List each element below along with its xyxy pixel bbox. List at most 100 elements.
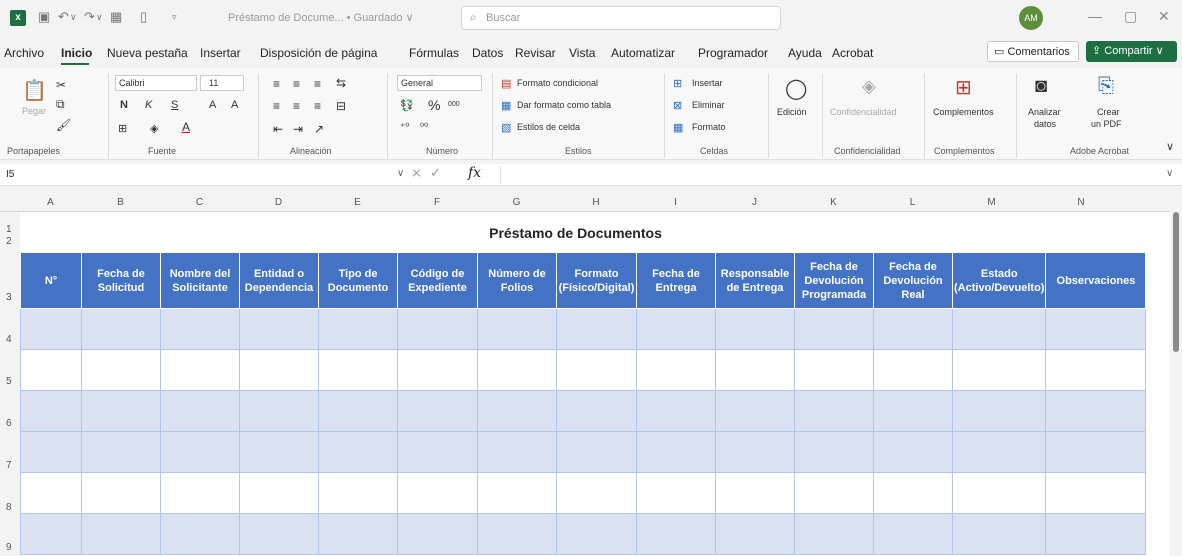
row-header[interactable]: 2 [0, 236, 14, 247]
delete-cells-button[interactable]: Eliminar [692, 100, 725, 110]
table-cell[interactable] [794, 513, 874, 555]
fill-color-icon[interactable]: ◈ [150, 122, 158, 135]
table-cell[interactable] [81, 390, 161, 432]
header-cell[interactable]: Tipo de Documento [318, 252, 398, 309]
table-cell[interactable] [794, 349, 874, 391]
table-cell[interactable] [715, 390, 795, 432]
header-cell[interactable]: Número de Folios [477, 252, 557, 309]
align-right-icon[interactable]: ≡ [314, 99, 321, 113]
addins-button[interactable]: Complementos [933, 107, 994, 117]
sensitivity-icon[interactable]: ◈ [862, 76, 876, 97]
increase-indent-icon[interactable]: ⇥ [293, 122, 303, 136]
document-title[interactable]: Préstamo de Docume... • Guardado ∨ [228, 11, 414, 24]
create-pdf-line2[interactable]: un PDF [1091, 119, 1122, 129]
header-cell[interactable]: Nombre del Solicitante [160, 252, 240, 309]
tab-inicio[interactable]: Inicio [61, 46, 92, 60]
italic-button[interactable]: K [145, 99, 152, 111]
sensitivity-button[interactable]: Confidencialidad [830, 107, 897, 117]
thousands-button[interactable]: 000 [448, 101, 460, 108]
table-cell[interactable] [81, 308, 161, 350]
table-cell[interactable] [951, 349, 1047, 391]
row-header[interactable]: 1 [0, 224, 14, 235]
table-cell[interactable] [81, 472, 161, 514]
table-cell[interactable] [397, 513, 478, 555]
collapse-ribbon-icon[interactable]: ∨ [1166, 140, 1174, 153]
table-cell[interactable] [239, 431, 319, 473]
table-cell[interactable] [873, 513, 953, 555]
share-button[interactable]: ⇪ Compartir ∨ [1086, 41, 1177, 62]
column-header[interactable]: J [715, 197, 794, 208]
table-cell[interactable] [477, 349, 557, 391]
enter-icon[interactable]: ✓ [430, 166, 441, 181]
row-header[interactable]: 4 [0, 334, 14, 345]
table-cell[interactable] [160, 349, 240, 391]
tab-programador[interactable]: Programador [698, 46, 768, 60]
table-cell[interactable] [556, 513, 637, 555]
tab-revisar[interactable]: Revisar [515, 46, 556, 60]
header-cell[interactable]: Fecha de Devolución Real [873, 252, 953, 309]
table-cell[interactable] [318, 308, 398, 350]
table-cell[interactable] [239, 308, 319, 350]
table-cell[interactable] [160, 513, 240, 555]
autosave-icon[interactable]: ▣ [38, 9, 50, 25]
redo-icon[interactable]: ↷ [84, 9, 95, 25]
column-header[interactable]: A [20, 197, 81, 208]
decrease-indent-icon[interactable]: ⇤ [273, 122, 283, 136]
undo-icon[interactable]: ↶ [58, 9, 69, 25]
table-cell[interactable] [160, 390, 240, 432]
table-cell[interactable] [397, 349, 478, 391]
close-icon[interactable]: ✕ [1158, 8, 1170, 25]
insert-cells-button[interactable]: Insertar [692, 78, 723, 88]
table-cell[interactable] [397, 472, 478, 514]
table-cell[interactable] [636, 513, 716, 555]
table-cell[interactable] [873, 472, 953, 514]
table-cell[interactable] [239, 390, 319, 432]
increase-decimal-icon[interactable]: ⁺⁰ [400, 122, 409, 133]
header-cell[interactable]: Fecha de Entrega [636, 252, 716, 309]
wrap-text-icon[interactable]: ⇆ [336, 76, 346, 90]
table-cell[interactable] [873, 390, 953, 432]
table-cell[interactable] [951, 390, 1047, 432]
cut-icon[interactable]: ✂ [56, 78, 66, 92]
tab-vista[interactable]: Vista [569, 46, 595, 60]
name-box[interactable]: I5 [6, 169, 14, 180]
table-cell[interactable] [318, 431, 398, 473]
table-cell[interactable] [81, 349, 161, 391]
table-cell[interactable] [1045, 472, 1147, 514]
header-cell[interactable]: Fecha de Solicitud [81, 252, 161, 309]
table-cell[interactable] [951, 472, 1047, 514]
tab-acrobat[interactable]: Acrobat [832, 46, 873, 60]
merge-center-icon[interactable]: ⊟ [336, 99, 346, 113]
table-cell[interactable] [81, 513, 161, 555]
analyze-data-line2[interactable]: datos [1034, 119, 1056, 129]
align-middle-icon[interactable]: ≡ [293, 77, 300, 91]
tab-formulas[interactable]: Fórmulas [409, 46, 459, 60]
table-cell[interactable] [318, 349, 398, 391]
table-cell[interactable] [1045, 390, 1147, 432]
tab-nueva-pestana[interactable]: Nueva pestaña [107, 46, 188, 60]
percent-button[interactable]: % [428, 97, 440, 113]
comments-button[interactable]: ▭ Comentarios [987, 41, 1079, 62]
row-header[interactable]: 9 [0, 542, 14, 553]
table-cell[interactable] [636, 349, 716, 391]
table-cell[interactable] [951, 431, 1047, 473]
table-quick-icon[interactable]: ▦ [110, 9, 122, 25]
table-cell[interactable] [556, 390, 637, 432]
minimize-icon[interactable]: — [1088, 8, 1102, 24]
name-box-dropdown-icon[interactable]: ∨ [397, 168, 404, 179]
redo-dropdown-icon[interactable]: ∨ [96, 12, 103, 23]
table-cell[interactable] [160, 472, 240, 514]
table-cell[interactable] [794, 308, 874, 350]
expand-formula-icon[interactable]: ∨ [1166, 168, 1173, 179]
align-top-icon[interactable]: ≡ [273, 77, 280, 91]
table-cell[interactable] [951, 513, 1047, 555]
table-cell[interactable] [636, 472, 716, 514]
create-pdf-icon[interactable]: ⎘ [1098, 75, 1114, 98]
format-cells-button[interactable]: Formato [692, 122, 726, 132]
align-bottom-icon[interactable]: ≡ [314, 77, 321, 91]
table-cell[interactable] [477, 390, 557, 432]
header-cell[interactable]: Estado (Activo/Devuelto) [951, 252, 1047, 309]
column-header[interactable]: E [318, 197, 397, 208]
column-header[interactable]: K [794, 197, 873, 208]
table-cell[interactable] [318, 390, 398, 432]
